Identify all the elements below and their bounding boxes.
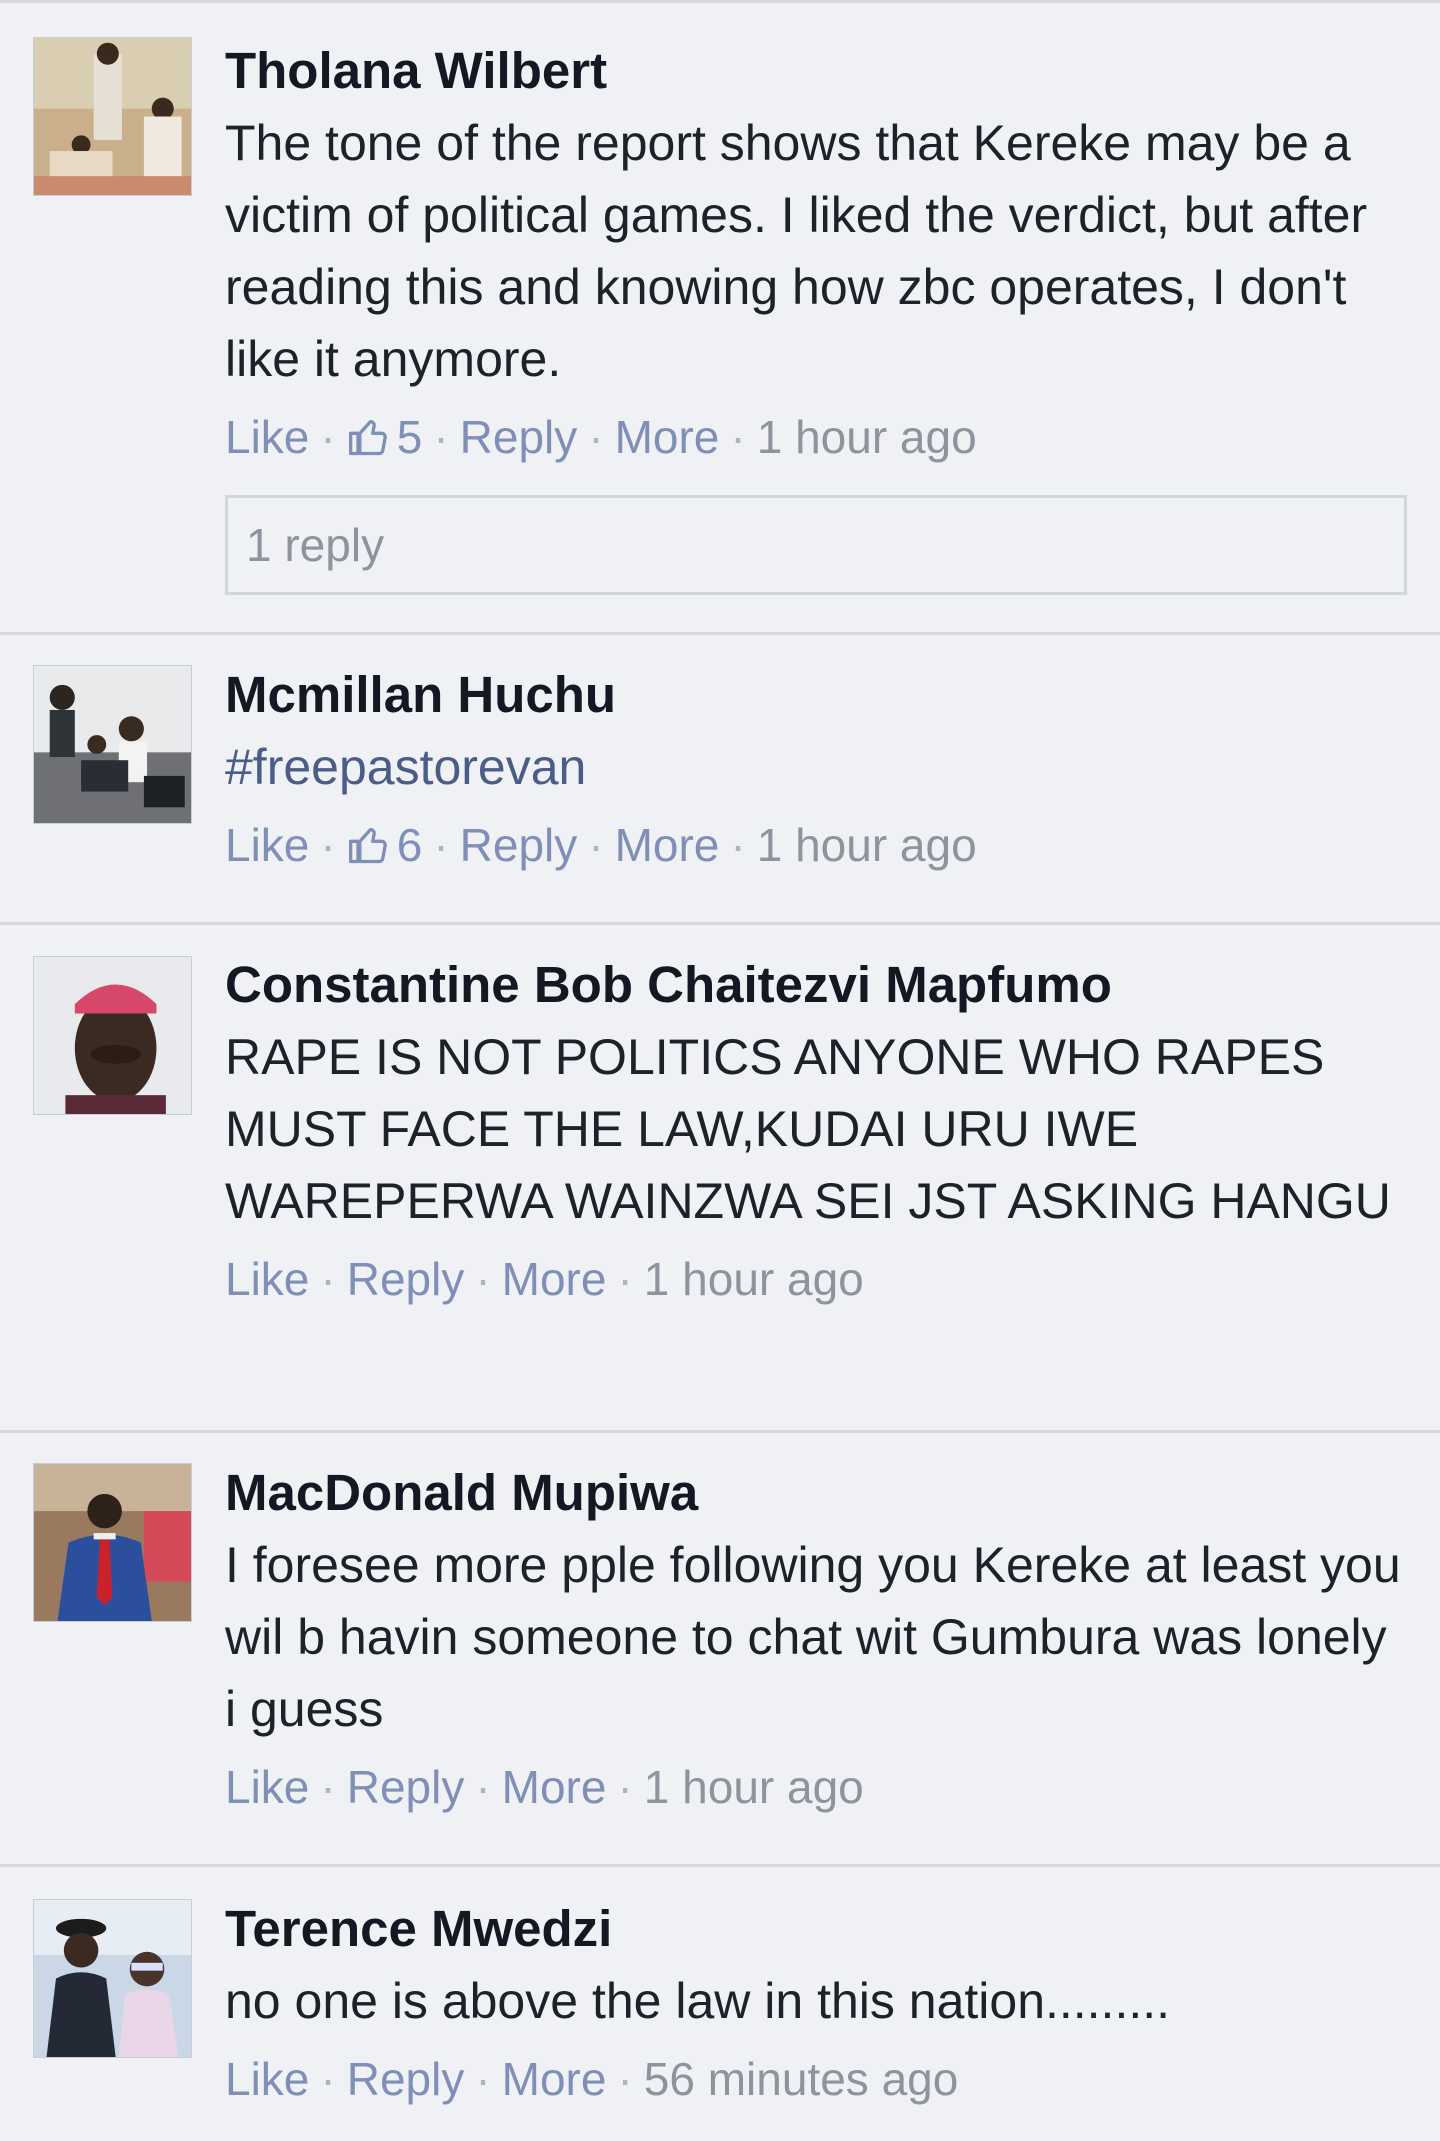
- comment-item: Tholana Wilbert The tone of the report s…: [0, 3, 1440, 635]
- avatar[interactable]: [33, 956, 192, 1115]
- thumbs-up-icon: [348, 827, 387, 864]
- separator: ·: [475, 2053, 491, 2105]
- separator: ·: [475, 1761, 491, 1813]
- separator: ·: [320, 1253, 336, 1305]
- comment-author[interactable]: Tholana Wilbert: [225, 39, 1410, 103]
- avatar[interactable]: [33, 1463, 192, 1622]
- avatar[interactable]: [33, 665, 192, 824]
- thumbs-up-icon: [348, 419, 387, 456]
- like-count[interactable]: 6: [347, 817, 423, 873]
- like-button[interactable]: Like: [225, 1251, 309, 1307]
- comment-item: Constantine Bob Chaitezvi Mapfumo RAPE I…: [0, 925, 1440, 1433]
- separator: ·: [617, 1761, 633, 1813]
- comment-text: RAPE IS NOT POLITICS ANYONE WHO RAPES MU…: [225, 1029, 1391, 1229]
- comment-time[interactable]: 56 minutes ago: [644, 2051, 959, 2107]
- avatar[interactable]: [33, 37, 192, 196]
- more-button[interactable]: More: [502, 2051, 607, 2107]
- like-count[interactable]: 5: [347, 409, 423, 465]
- separator: ·: [730, 819, 746, 871]
- like-button[interactable]: Like: [225, 817, 309, 873]
- view-replies-button[interactable]: 1 reply: [225, 495, 1407, 595]
- reply-button[interactable]: Reply: [347, 2051, 465, 2107]
- comment-text: The tone of the report shows that Kereke…: [225, 115, 1368, 387]
- separator: ·: [617, 1253, 633, 1305]
- comment-item: Mcmillan Huchu #freepastorevan Like · 6 …: [0, 635, 1440, 925]
- like-count-value: 5: [396, 411, 423, 463]
- more-button[interactable]: More: [502, 1759, 607, 1815]
- comment-time[interactable]: 1 hour ago: [757, 817, 977, 873]
- comment-feed: Tholana Wilbert The tone of the report s…: [0, 0, 1440, 2141]
- comment-actions: Like · Reply · More · 56 minutes ago: [225, 2051, 1410, 2107]
- reply-button[interactable]: Reply: [460, 409, 578, 465]
- like-button[interactable]: Like: [225, 1759, 309, 1815]
- separator: ·: [730, 411, 746, 463]
- comment-text: no one is above the law in this nation..…: [225, 1973, 1171, 2029]
- separator: ·: [588, 411, 604, 463]
- comment-time[interactable]: 1 hour ago: [644, 1759, 864, 1815]
- comment-item: MacDonald Mupiwa I foresee more pple fol…: [0, 1433, 1440, 1867]
- comment-author[interactable]: Terence Mwedzi: [225, 1897, 1410, 1961]
- comment-actions: Like · 6 · Reply · More · 1 hour ago: [225, 817, 1410, 873]
- comment-author[interactable]: Constantine Bob Chaitezvi Mapfumo: [225, 953, 1410, 1017]
- replies-count-label: 1 reply: [246, 519, 385, 571]
- separator: ·: [320, 1761, 336, 1813]
- separator: ·: [617, 2053, 633, 2105]
- avatar[interactable]: [33, 1899, 192, 2058]
- reply-button[interactable]: Reply: [347, 1759, 465, 1815]
- comment-actions: Like · Reply · More · 1 hour ago: [225, 1251, 1410, 1307]
- reply-button[interactable]: Reply: [460, 817, 578, 873]
- more-button[interactable]: More: [502, 1251, 607, 1307]
- like-button[interactable]: Like: [225, 409, 309, 465]
- separator: ·: [320, 411, 336, 463]
- like-count-value: 6: [396, 819, 423, 871]
- comment-actions: Like · 5 · Reply · More · 1 hour ago: [225, 409, 1410, 465]
- more-button[interactable]: More: [615, 409, 720, 465]
- comment-author[interactable]: Mcmillan Huchu: [225, 663, 1410, 727]
- comment-actions: Like · Reply · More · 1 hour ago: [225, 1759, 1410, 1815]
- separator: ·: [588, 819, 604, 871]
- reply-button[interactable]: Reply: [347, 1251, 465, 1307]
- comment-time[interactable]: 1 hour ago: [644, 1251, 864, 1307]
- comment-item: Terence Mwedzi no one is above the law i…: [0, 1867, 1440, 2141]
- separator: ·: [433, 819, 449, 871]
- separator: ·: [433, 411, 449, 463]
- separator: ·: [320, 2053, 336, 2105]
- comment-time[interactable]: 1 hour ago: [757, 409, 977, 465]
- like-button[interactable]: Like: [225, 2051, 309, 2107]
- hashtag-link[interactable]: #freepastorevan: [225, 731, 1410, 803]
- more-button[interactable]: More: [615, 817, 720, 873]
- comment-author[interactable]: MacDonald Mupiwa: [225, 1461, 1410, 1525]
- comment-text: I foresee more pple following you Kereke…: [225, 1537, 1401, 1737]
- separator: ·: [475, 1253, 491, 1305]
- separator: ·: [320, 819, 336, 871]
